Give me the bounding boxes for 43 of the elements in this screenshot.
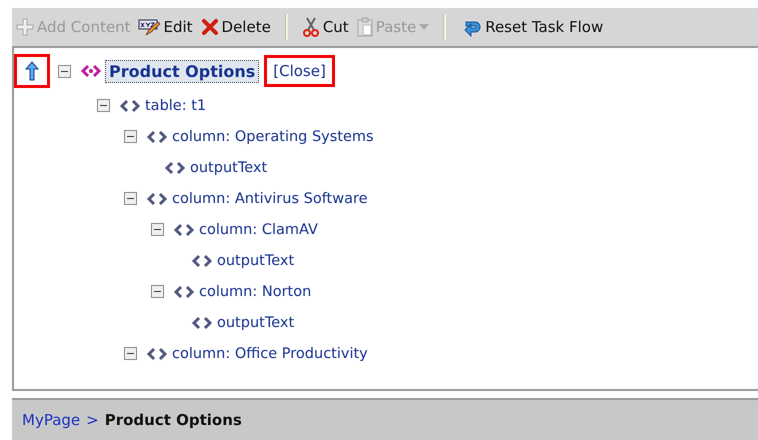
- collapse-icon[interactable]: [124, 347, 137, 360]
- tag-icon: [147, 130, 167, 144]
- tag-icon: [120, 98, 140, 112]
- breadcrumb-link[interactable]: MyPage: [22, 411, 80, 429]
- tree-node[interactable]: column: Operating Systems: [172, 128, 374, 144]
- up-arrow-icon: [25, 61, 39, 81]
- tag-icon: [147, 346, 167, 360]
- tag-icon: [192, 254, 212, 268]
- tree-node[interactable]: outputText: [217, 314, 294, 330]
- close-link[interactable]: [Close]: [264, 55, 335, 87]
- collapse-icon[interactable]: [124, 192, 137, 205]
- collapse-icon[interactable]: [151, 285, 164, 298]
- pencil-icon: [138, 18, 160, 36]
- tree-node[interactable]: Product Options: [106, 60, 258, 82]
- tree-node[interactable]: outputText: [190, 160, 268, 176]
- tag-icon: [192, 316, 212, 330]
- scissors-icon: [302, 17, 320, 37]
- tree-node[interactable]: column: Norton: [199, 284, 312, 300]
- tree-node[interactable]: outputText: [217, 252, 294, 268]
- collapse-icon[interactable]: [58, 64, 71, 78]
- collapse-icon[interactable]: [124, 130, 137, 143]
- edit-button[interactable]: Edit: [136, 18, 195, 36]
- collapse-icon[interactable]: [97, 99, 110, 112]
- breadcrumb-separator: >: [86, 411, 99, 429]
- tree-node[interactable]: column: ClamAV: [199, 222, 318, 238]
- dropdown-caret-icon: [419, 24, 430, 30]
- reset-button[interactable]: Reset Task Flow: [458, 17, 606, 37]
- breadcrumb-current: Product Options: [104, 411, 242, 429]
- tree-node[interactable]: table: t1: [145, 98, 206, 114]
- tag-icon: [165, 160, 185, 174]
- tag-icon: [147, 192, 167, 206]
- cut-button[interactable]: Cut: [300, 17, 351, 37]
- delete-button[interactable]: Delete: [198, 18, 273, 36]
- up-arrow-button[interactable]: [14, 54, 50, 88]
- clipboard-icon: [356, 17, 373, 37]
- collapse-icon[interactable]: [151, 223, 164, 236]
- tree-node[interactable]: column: Antivirus Software: [172, 190, 368, 206]
- delete-icon: [200, 18, 219, 36]
- tree-node[interactable]: column: Office Productivity: [172, 346, 368, 362]
- tag-icon: [174, 222, 194, 236]
- component-icon: [81, 64, 101, 78]
- tag-icon: [174, 284, 194, 298]
- plus-icon: [16, 18, 34, 36]
